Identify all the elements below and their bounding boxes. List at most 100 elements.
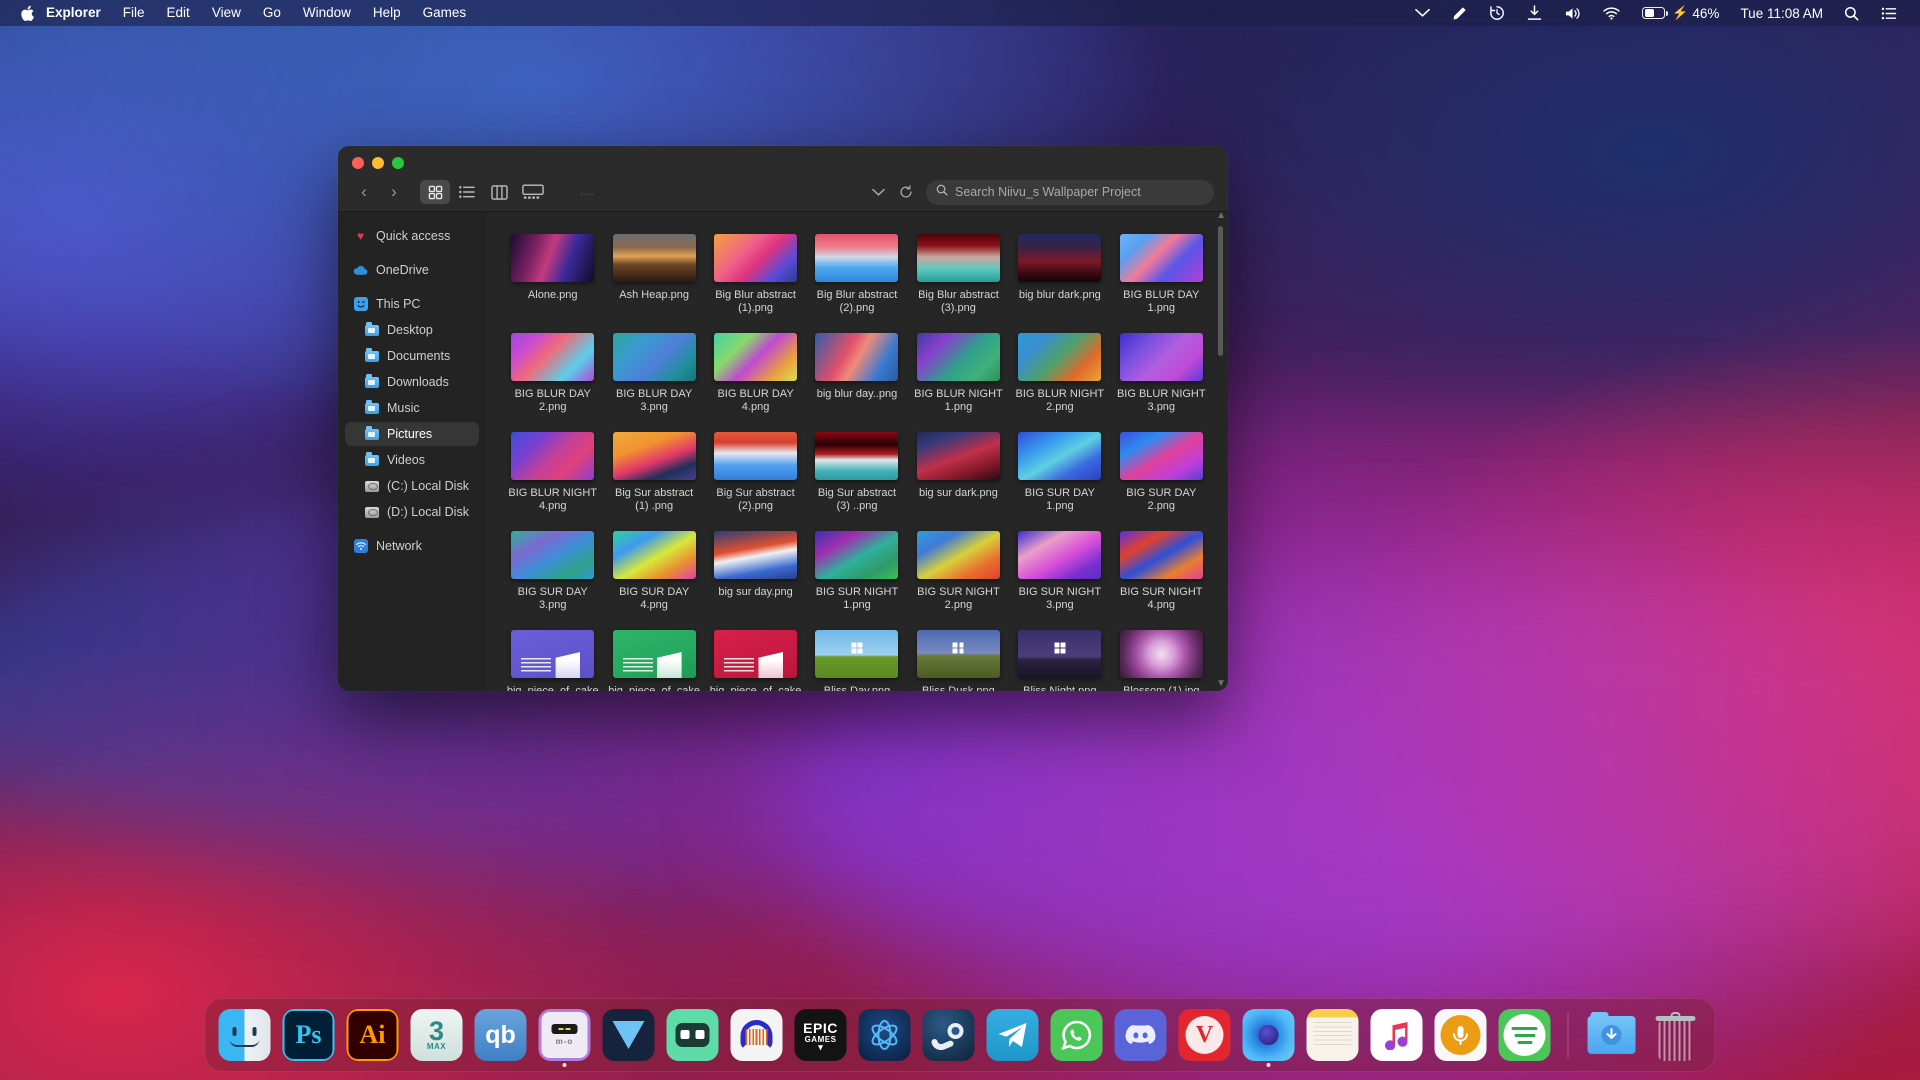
sidebar-item-pictures[interactable]: Pictures	[345, 422, 479, 446]
dock-item-discord[interactable]	[1114, 1008, 1168, 1062]
list-view-button[interactable]	[452, 180, 482, 204]
sidebar-item-videos[interactable]: Videos	[345, 448, 479, 472]
search-icon[interactable]	[1833, 6, 1870, 21]
file-item[interactable]: Big Sur abstract (3) ..png	[806, 426, 907, 521]
file-item[interactable]: BIG BLUR DAY 2.png	[502, 327, 603, 422]
file-explorer-window[interactable]: ‹ › .... Search Niivu_s Wallpaper Projec…	[338, 146, 1228, 691]
menu-item-file[interactable]: File	[112, 0, 156, 26]
menu-item-games[interactable]: Games	[412, 0, 478, 26]
sidebar-item-documents[interactable]: Documents	[345, 344, 479, 368]
file-item[interactable]: big sur day.png	[705, 525, 806, 620]
volume-icon[interactable]	[1553, 6, 1592, 21]
file-item[interactable]: Bliss Night.png	[1009, 624, 1110, 691]
file-item[interactable]: BIG SUR DAY 2.png	[1111, 426, 1212, 521]
back-button[interactable]: ‹	[352, 180, 376, 204]
file-item[interactable]: BIG SUR NIGHT 4.png	[1111, 525, 1212, 620]
dock-item-audacity[interactable]	[730, 1008, 784, 1062]
file-item[interactable]: BIG BLUR NIGHT 1.png	[908, 327, 1009, 422]
file-grid-container[interactable]: Alone.png Ash Heap.png Big Blur abstract (…	[486, 212, 1228, 691]
dock-item-illustrator[interactable]: Ai	[346, 1008, 400, 1062]
dock-item-epic-games[interactable]: EPIC GAMES ▾	[794, 1008, 848, 1062]
file-item[interactable]: Blossom (1).jpg	[1111, 624, 1212, 691]
apple-logo-icon[interactable]	[14, 5, 40, 22]
dock-item-vivaldi-triangle[interactable]	[602, 1008, 656, 1062]
dock-item-finder[interactable]	[218, 1008, 272, 1062]
scroll-up-arrow[interactable]: ▲	[1216, 212, 1226, 221]
file-item[interactable]: BIG BLUR DAY 3.png	[603, 327, 704, 422]
column-view-button[interactable]	[484, 180, 514, 204]
file-item[interactable]: big blur dark.png	[1009, 228, 1110, 323]
menu-item-edit[interactable]: Edit	[156, 0, 201, 26]
dock-item-notes[interactable]	[1306, 1008, 1360, 1062]
dock-item-downloads-folder[interactable]	[1585, 1008, 1639, 1062]
file-item[interactable]: BIG BLUR NIGHT 2.png	[1009, 327, 1110, 422]
dock-item-steam[interactable]	[922, 1008, 976, 1062]
wifi-icon[interactable]	[1592, 6, 1631, 20]
dock-item-whatsapp[interactable]	[1050, 1008, 1104, 1062]
close-button[interactable]	[352, 157, 364, 169]
icon-view-button[interactable]	[420, 180, 450, 204]
file-item[interactable]: BIG SUR NIGHT 2.png	[908, 525, 1009, 620]
sidebar-item-network[interactable]: Network	[345, 534, 479, 558]
search-input[interactable]	[955, 185, 1204, 199]
gallery-view-button[interactable]	[516, 180, 550, 204]
scrollbar-thumb[interactable]	[1218, 226, 1223, 356]
dock-item-trash[interactable]	[1649, 1008, 1703, 1062]
file-item[interactable]: Big Blur abstract (2).png	[806, 228, 907, 323]
menu-item-window[interactable]: Window	[292, 0, 362, 26]
pencil-icon[interactable]	[1441, 6, 1478, 21]
dock-item-telegram[interactable]	[986, 1008, 1040, 1062]
sidebar-item-downloads[interactable]: Downloads	[345, 370, 479, 394]
chevron-down-icon[interactable]	[1404, 8, 1441, 18]
file-item[interactable]: BIG SUR DAY 1.png	[1009, 426, 1110, 521]
sidebar-item-desktop[interactable]: Desktop	[345, 318, 479, 342]
file-item[interactable]: big sur dark.png	[908, 426, 1009, 521]
menu-item-explorer[interactable]: Explorer	[40, 0, 112, 26]
dock-item-battle-net[interactable]	[858, 1008, 912, 1062]
forward-button[interactable]: ›	[382, 180, 406, 204]
file-item[interactable]: BIG BLUR NIGHT 4.png	[502, 426, 603, 521]
clock-label[interactable]: Tue 11:08 AM	[1730, 6, 1833, 21]
control-center-icon[interactable]	[1870, 7, 1908, 20]
file-item[interactable]: Big Sur abstract (2).png	[705, 426, 806, 521]
sidebar-item-c-local-disk[interactable]: (C:) Local Disk	[345, 474, 479, 498]
file-item[interactable]: BIG BLUR DAY 1.png	[1111, 228, 1212, 323]
dock-item-audio-hijack[interactable]	[1434, 1008, 1488, 1062]
maximize-button[interactable]	[392, 157, 404, 169]
file-item[interactable]: big_piece_of_cake_01_5120x2880.png	[502, 624, 603, 691]
dock-item-streamlabs[interactable]	[666, 1008, 720, 1062]
file-item[interactable]: Big Blur abstract (1).png	[705, 228, 806, 323]
file-item[interactable]: BIG SUR DAY 4.png	[603, 525, 704, 620]
window-titlebar[interactable]: ‹ › ....	[338, 146, 1228, 212]
dock-item-qbittorrent[interactable]: qb	[474, 1008, 528, 1062]
download-icon[interactable]	[1516, 5, 1553, 21]
file-item[interactable]: BIG SUR NIGHT 3.png	[1009, 525, 1110, 620]
dock-item-vivaldi[interactable]: V	[1178, 1008, 1232, 1062]
menu-item-view[interactable]: View	[201, 0, 252, 26]
path-breadcrumb[interactable]: ....	[580, 186, 594, 198]
file-item[interactable]: big blur day..png	[806, 327, 907, 422]
dock-item-spotify[interactable]	[1498, 1008, 1552, 1062]
file-item[interactable]: BIG BLUR NIGHT 3.png	[1111, 327, 1212, 422]
file-item[interactable]: Bliss Dusk.png	[908, 624, 1009, 691]
file-item[interactable]: Ash Heap.png	[603, 228, 704, 323]
dock-item-3ds-max[interactable]: 3 MAX	[410, 1008, 464, 1062]
file-item[interactable]: big_piece_of_cake_02_5120x2880.png	[603, 624, 704, 691]
dock-item-mediamonkey[interactable]: m-o	[538, 1008, 592, 1067]
sidebar-item-this-pc[interactable]: This PC	[345, 292, 479, 316]
sidebar-item-onedrive[interactable]: OneDrive	[345, 258, 479, 282]
menu-item-help[interactable]: Help	[362, 0, 412, 26]
file-item[interactable]: Big Sur abstract (1) .png	[603, 426, 704, 521]
dock-item-photoshop[interactable]: Ps	[282, 1008, 336, 1062]
menu-item-go[interactable]: Go	[252, 0, 292, 26]
file-item[interactable]: Bliss Day.png	[806, 624, 907, 691]
file-item[interactable]: Big Blur abstract (3).png	[908, 228, 1009, 323]
file-item[interactable]: Alone.png	[502, 228, 603, 323]
file-item[interactable]: BIG BLUR DAY 4.png	[705, 327, 806, 422]
chevron-down-icon[interactable]	[864, 180, 892, 204]
refresh-icon[interactable]	[892, 180, 920, 204]
sidebar-item-music[interactable]: Music	[345, 396, 479, 420]
search-field-container[interactable]	[926, 179, 1214, 205]
time-machine-icon[interactable]	[1478, 5, 1516, 21]
file-item[interactable]: BIG SUR DAY 3.png	[502, 525, 603, 620]
